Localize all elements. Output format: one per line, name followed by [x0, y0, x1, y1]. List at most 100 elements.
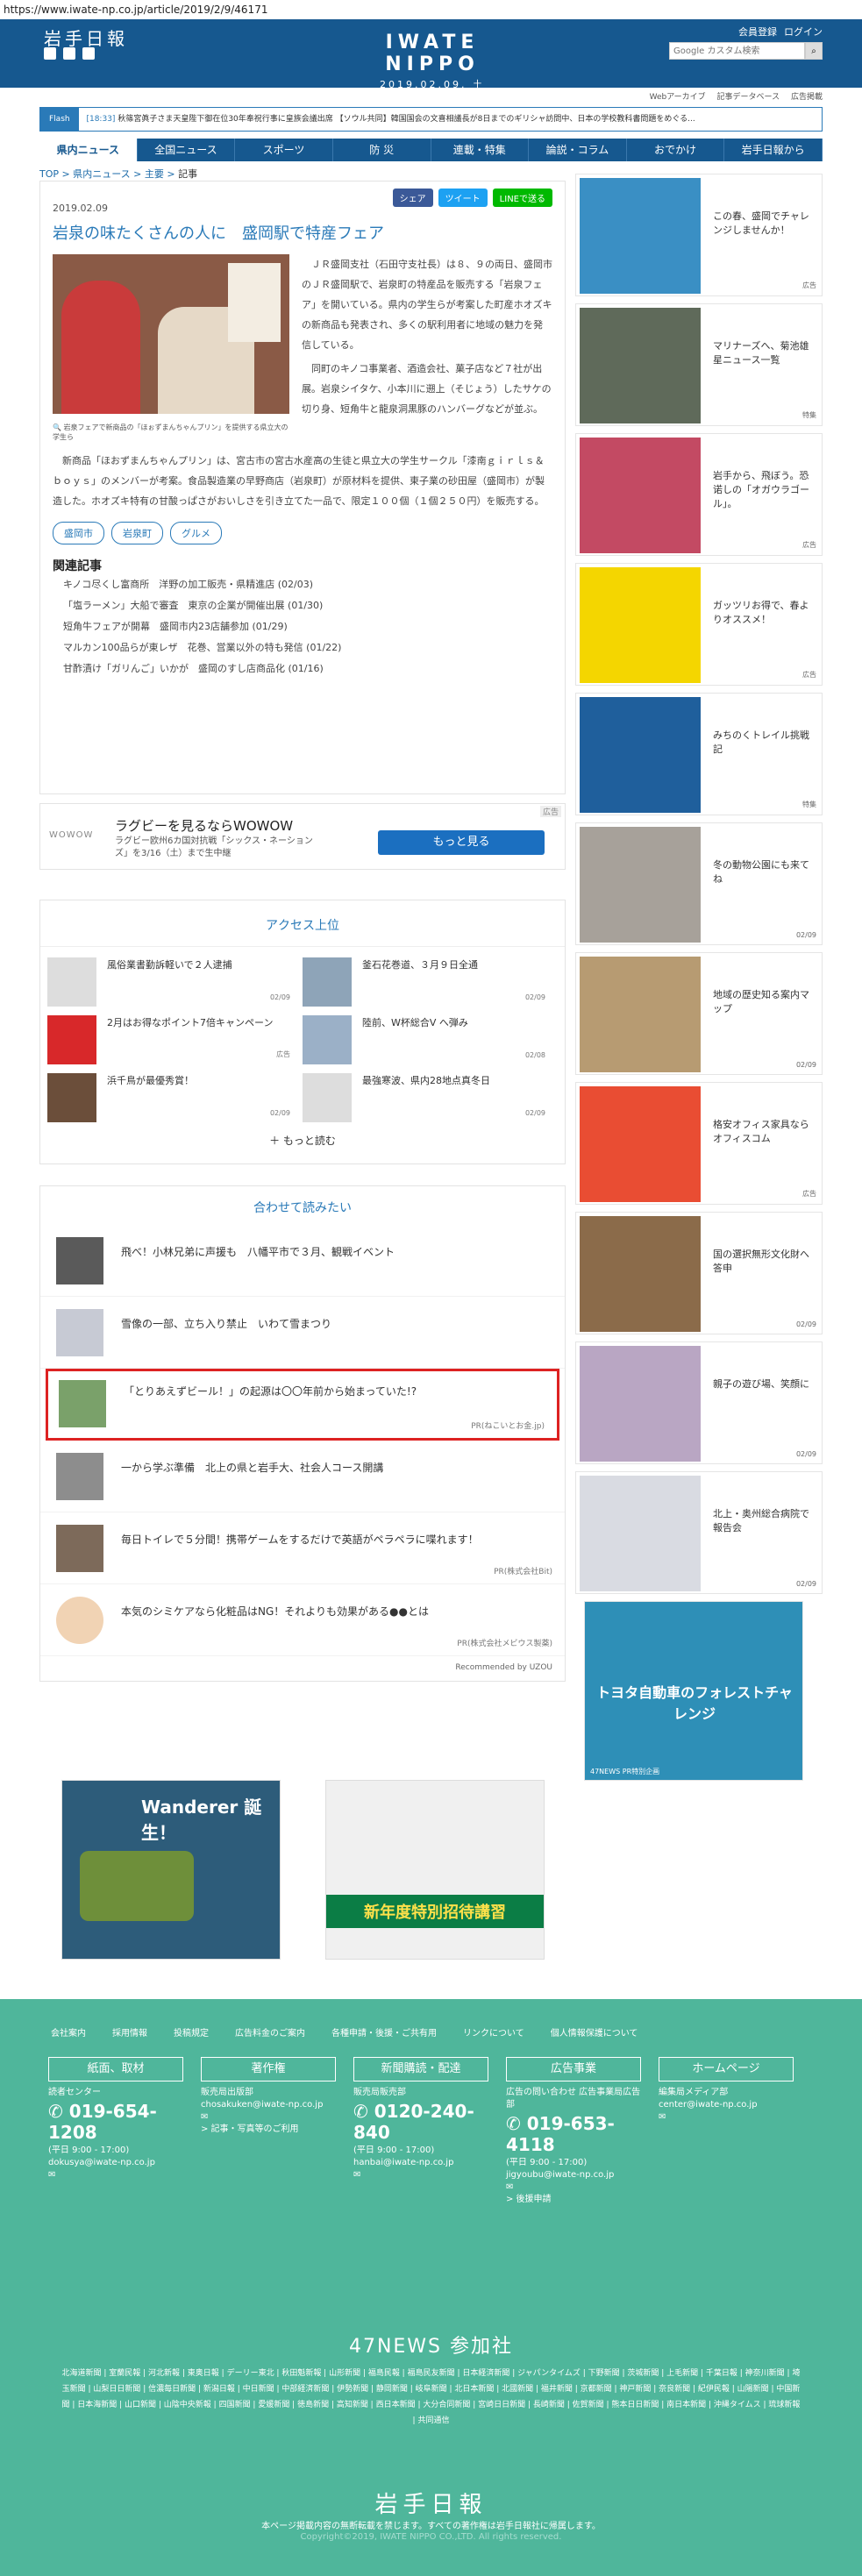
footer-link[interactable]: 会社案内 [51, 2025, 86, 2039]
recommend-item[interactable]: 本気のシミケアなら化粧品はNG！それよりも効果がある●●とは PR(株式会社メビウ… [40, 1584, 565, 1656]
tag-morioka[interactable]: 盛岡市 [53, 522, 104, 544]
mail-icon[interactable]: ✉ [353, 2169, 488, 2181]
phone-number[interactable]: ✆ 019-653-4118 [506, 2113, 641, 2155]
breadcrumb-main[interactable]: 主要 [145, 168, 164, 180]
gnav-national[interactable]: 全国ニュース [138, 139, 236, 161]
mail-icon[interactable]: ✉ [506, 2181, 641, 2194]
side-item[interactable]: ガッツリお得で、春よりオススメ！ 広告 [575, 563, 823, 686]
related-item[interactable]: 短角牛フェアが開幕 盛岡市内23店舗参加 (01/29) [53, 616, 552, 637]
side-item[interactable]: 親子の遊び場、笑顔に 02/09 [575, 1341, 823, 1464]
contact-head[interactable]: 広告事業 [506, 2057, 641, 2081]
recommend-item[interactable]: 一から学ぶ準備 北上の県と岩手大、社会人コース開講 [40, 1441, 565, 1512]
twitter-share-button[interactable]: ツイート [438, 189, 488, 207]
recommend-title: 合わせて読みたい [253, 1201, 352, 1215]
side-image [580, 957, 701, 1072]
ranking-item[interactable]: 陸前、W杯総合V へ弾み 02/08 [303, 1005, 558, 1064]
n47-list[interactable]: 北海道新聞 | 室蘭民報 | 河北新報 | 東奥日報 | デーリー東北 | 秋田… [61, 2366, 801, 2429]
thumbnail [303, 957, 352, 1007]
gnav-prefecture[interactable]: 県内ニュース [39, 139, 138, 161]
juku-ad[interactable]: 新年度特別招待講習 [325, 1780, 545, 1960]
footer-link[interactable]: 個人情報保護について [551, 2025, 638, 2039]
suzuki-ad[interactable]: Wanderer 誕生！ [61, 1780, 281, 1960]
side-item[interactable]: 北上・奥州総合病院で報告会 02/09 [575, 1471, 823, 1594]
tag-iwaizumi[interactable]: 岩泉町 [111, 522, 163, 544]
side-item[interactable]: この春、盛岡でチャレンジしませんか！ 広告 [575, 174, 823, 296]
article-photo[interactable] [53, 254, 289, 414]
thumbnail [56, 1309, 103, 1356]
wowow-ad[interactable]: 広告 WOWOW ラグビーを見るならWOWOW ラグビー欧州6カ国対抗戦「シック… [39, 803, 566, 870]
related-item[interactable]: マルカン100品らが東レザ 花巻、営業以外の特も発信 (01/22) [53, 637, 552, 658]
footer-link[interactable]: 広告料金のご案内 [235, 2025, 305, 2039]
contact-head[interactable]: 紙面、取材 [48, 2057, 183, 2081]
site-logo[interactable]: IWATE NIPPO 2019.02.09. 土 [345, 32, 520, 91]
gnav-editorial[interactable]: 論説・コラム [529, 139, 627, 161]
recommend-item[interactable]: 毎日トイレで５分間！携帯ゲームをするだけで英語がペラペラに喋れます！ PR(株式会… [40, 1512, 565, 1584]
facebook-share-button[interactable]: シェア [392, 189, 433, 207]
side-item[interactable]: 地域の歴史知る案内マップ 02/09 [575, 952, 823, 1075]
gnav-outing[interactable]: おでかけ [627, 139, 725, 161]
register-link[interactable]: 会員登録 [738, 25, 777, 39]
side-image [580, 827, 701, 943]
recommend-item[interactable]: 飛べ！小林兄弟に声援も 八幡平市で３月、観戦イベント [40, 1225, 565, 1297]
twitter-icon[interactable] [44, 47, 56, 60]
ranking-item[interactable]: 最強寒波、県内28地点真冬日 02/09 [303, 1063, 558, 1122]
flash-text: 秋篠宮眞子さま天皇陛下御在位30年奉祝行事に皇族会議出席 【ソウル共同】韓国国会… [118, 115, 695, 124]
ranking-item[interactable]: 風俗業書勤訴軽いで２人逮捕 02/09 [47, 947, 303, 1007]
footer-link[interactable]: 採用情報 [112, 2025, 147, 2039]
breadcrumb-pref[interactable]: 県内ニュース [73, 168, 130, 180]
footer-logo[interactable]: 岩手日報 [0, 2487, 862, 2519]
side-item[interactable]: マリナーズへ、菊池雄星ニュース一覧 特集 [575, 303, 823, 426]
footer-note: 本ページ掲載内容の無断転載を禁じます。すべての著作権は岩手日報社に帰属します。 [261, 2522, 601, 2531]
mail-icon[interactable]: ✉ [201, 2111, 336, 2124]
breadcrumb-top[interactable]: TOP [39, 168, 59, 180]
instagram-icon[interactable] [82, 47, 95, 60]
article-paragraph: 新商品「ほおずまんちゃんプリン」は、宮古市の宮古水産高の生徒と県立大の学生サーク… [53, 455, 545, 507]
subnav-database[interactable]: 記事データベース [717, 93, 780, 102]
phone-number[interactable]: ✆ 019-654-1208 [48, 2101, 183, 2143]
side-item[interactable]: 国の選択無形文化財へ答申 02/09 [575, 1212, 823, 1334]
ranking-item[interactable]: 釜石花巻道、３月９日全通 02/09 [303, 947, 558, 1007]
line-share-button[interactable]: LINEで送る [492, 189, 552, 207]
search-button[interactable]: ⌕ [805, 42, 823, 60]
footer-link[interactable]: 投稿規定 [174, 2025, 209, 2039]
mail-icon[interactable]: ✉ [659, 2111, 794, 2124]
footer-link[interactable]: リンクについて [463, 2025, 524, 2039]
flash-news-ticker[interactable]: Flash [18:33] 秋篠宮眞子さま天皇陛下御在位30年奉祝行事に皇族会議… [39, 107, 823, 132]
gnav-sports[interactable]: スポーツ [235, 139, 333, 161]
recommend-item[interactable]: 雪像の一部、立ち入り禁止 いわて雪まつり [40, 1297, 565, 1369]
login-link[interactable]: ログイン [784, 25, 823, 39]
gnav-series[interactable]: 連載・特集 [431, 139, 530, 161]
site-logo-jp[interactable]: 岩手日報 [44, 25, 128, 50]
contact-head[interactable]: 著作権 [201, 2057, 336, 2081]
ad-more-button[interactable]: もっと見る [378, 830, 545, 855]
phone-number[interactable]: ✆ 0120-240-840 [353, 2101, 488, 2143]
contact-head[interactable]: ホームページ [659, 2057, 794, 2081]
related-item[interactable]: 「塩ラーメン」大船で審査 東京の企業が開催出展 (01/30) [53, 595, 552, 616]
footer-link[interactable]: 各種申請・後援・ご共有用 [331, 2025, 437, 2039]
side-item[interactable]: 冬の動物公園にも来てね 02/09 [575, 822, 823, 945]
phone-icon: ✆ [506, 2113, 527, 2134]
browser-url[interactable]: https://www.iwate-np.co.jp/article/2019/… [0, 0, 862, 19]
contact-head[interactable]: 新聞購読・配達 [353, 2057, 488, 2081]
car-shape [80, 1851, 194, 1921]
search-input[interactable] [669, 42, 805, 60]
juku-ad-text: 新年度特別招待講習 [326, 1895, 544, 1928]
ranking-item[interactable]: 2月はお得なポイント7倍キャンペーン 広告 [47, 1005, 303, 1064]
side-item[interactable]: 岩手から、飛ぼう。恐诺しの「オガウラゴール」。 広告 [575, 433, 823, 556]
zoom-icon[interactable]: 🔍 [53, 423, 61, 431]
side-item[interactable]: 格安オフィス家具ならオフィスコム 広告 [575, 1082, 823, 1205]
ranking-item[interactable]: 浜千鳥が最優秀賞！ 02/09 [47, 1063, 303, 1122]
facebook-icon[interactable] [63, 47, 75, 60]
gnav-disaster[interactable]: 防 災 [333, 139, 431, 161]
tag-gourmet[interactable]: グルメ [170, 522, 222, 544]
side-item[interactable]: みちのくトレイル挑戦記 特集 [575, 693, 823, 815]
forest-challenge-ad[interactable]: トヨタ自動車のフォレストチャレンジ 47NEWS PR特別企画 [584, 1601, 803, 1781]
gnav-from-iwate[interactable]: 岩手日報から [724, 139, 823, 161]
related-item[interactable]: 甘酢漬け「ガリんご」いかが 盛岡のすし店商品化 (01/16) [53, 658, 552, 680]
subnav-archive[interactable]: Webアーカイブ [650, 93, 706, 102]
recommend-item-highlighted[interactable]: 「とりあえずビール！」の起源は〇〇年前から始まっていた!? PR(ねこいとお金.j… [46, 1369, 559, 1441]
related-item[interactable]: キノコ尽くし富商所 洋野の加工販売・県精進店 (02/03) [53, 574, 552, 595]
more-button[interactable]: ＋ もっと読む [40, 1121, 565, 1163]
subnav-ad[interactable]: 広告掲載 [791, 93, 823, 102]
mail-icon[interactable]: ✉ [48, 2169, 183, 2181]
